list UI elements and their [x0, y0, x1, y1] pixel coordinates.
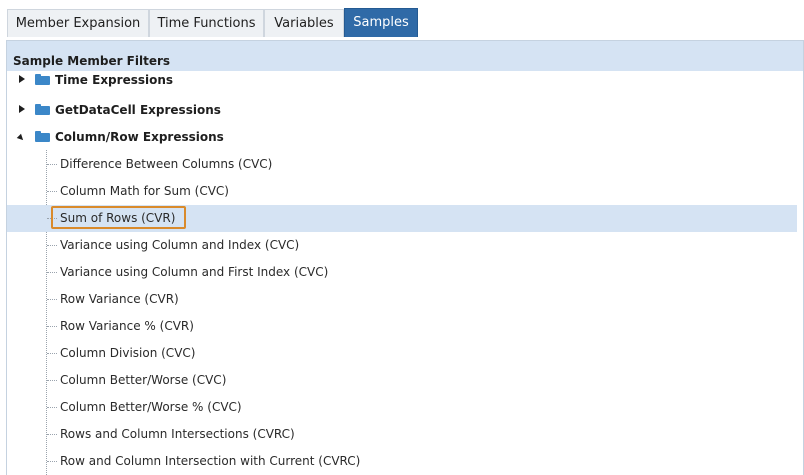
tree-item-rows-and-column-intersections[interactable]: Rows and Column Intersections (CVRC): [7, 421, 797, 448]
tree-item-row-variance-percent[interactable]: Row Variance % (CVR): [7, 313, 797, 340]
tree-connector: [47, 299, 57, 300]
expand-arrow-icon[interactable]: [19, 75, 25, 83]
collapse-arrow-icon[interactable]: [16, 133, 26, 143]
tree-group-label: GetDataCell Expressions: [55, 103, 221, 117]
tree-item-label: Row and Column Intersection with Current…: [60, 454, 361, 468]
tree-connector: [47, 407, 57, 408]
tree-item-sum-of-rows[interactable]: Sum of Rows (CVR): [7, 205, 797, 232]
sample-tree[interactable]: Time Expressions GetDataCell Expressions…: [7, 71, 803, 475]
tree-group-label: Time Expressions: [55, 73, 174, 87]
tab-bar: Member Expansion Time Functions Variable…: [0, 0, 804, 40]
tree-item-label: Column Better/Worse % (CVC): [60, 400, 242, 414]
tree-item-column-math-for-sum[interactable]: Column Math for Sum (CVC): [7, 178, 797, 205]
tree-item-label: Variance using Column and Index (CVC): [60, 238, 300, 252]
tree-connector: [47, 434, 57, 435]
tree-item-label: Sum of Rows (CVR): [60, 211, 176, 225]
tree-item-column-better-worse-percent[interactable]: Column Better/Worse % (CVC): [7, 394, 797, 421]
tree-item-column-division[interactable]: Column Division (CVC): [7, 340, 797, 367]
tree-item-label: Difference Between Columns (CVC): [60, 157, 273, 171]
tree-item-label: Row Variance % (CVR): [60, 319, 194, 333]
tree-connector: [47, 164, 57, 165]
tree-item-variance-using-column-and-first-index[interactable]: Variance using Column and First Index (C…: [7, 259, 797, 286]
tree-item-label: Variance using Column and First Index (C…: [60, 265, 329, 279]
tree-connector: [47, 461, 57, 462]
tree-group-time-expressions[interactable]: Time Expressions: [7, 71, 787, 93]
tree-connector: [47, 353, 57, 354]
expand-arrow-icon[interactable]: [19, 105, 25, 113]
tree-item-label: Column Division (CVC): [60, 346, 196, 360]
sample-member-filters-panel: Sample Member Filters Time Expressions G…: [6, 40, 804, 475]
tab-member-expansion[interactable]: Member Expansion: [7, 9, 149, 37]
tree-group-column-row-expressions[interactable]: Column/Row Expressions: [7, 124, 787, 150]
tree-item-label: Rows and Column Intersections (CVRC): [60, 427, 295, 441]
tree-group-getdatacell-expressions[interactable]: GetDataCell Expressions: [7, 97, 787, 123]
panel-title: Sample Member Filters: [7, 41, 803, 71]
tab-variables[interactable]: Variables: [264, 9, 344, 37]
tree-item-variance-using-column-and-index[interactable]: Variance using Column and Index (CVC): [7, 232, 797, 259]
tree-item-column-better-worse[interactable]: Column Better/Worse (CVC): [7, 367, 797, 394]
folder-icon: [35, 74, 50, 85]
tree-connector: [47, 380, 57, 381]
tree-connector: [47, 245, 57, 246]
tab-time-functions[interactable]: Time Functions: [149, 9, 264, 37]
tree-item-row-and-column-intersection-with-current[interactable]: Row and Column Intersection with Current…: [7, 448, 797, 475]
tree-item-label: Row Variance (CVR): [60, 292, 179, 306]
tree-item-label: Column Math for Sum (CVC): [60, 184, 229, 198]
tree-group-label: Column/Row Expressions: [55, 130, 224, 144]
folder-icon: [35, 104, 50, 115]
tree-item-difference-between-columns[interactable]: Difference Between Columns (CVC): [7, 151, 797, 178]
tree-connector: [47, 191, 57, 192]
tree-connector: [47, 326, 57, 327]
tab-samples[interactable]: Samples: [344, 8, 418, 37]
folder-icon: [35, 131, 50, 142]
tree-connector: [47, 272, 57, 273]
tree-item-label: Column Better/Worse (CVC): [60, 373, 227, 387]
tree-item-row-variance[interactable]: Row Variance (CVR): [7, 286, 797, 313]
